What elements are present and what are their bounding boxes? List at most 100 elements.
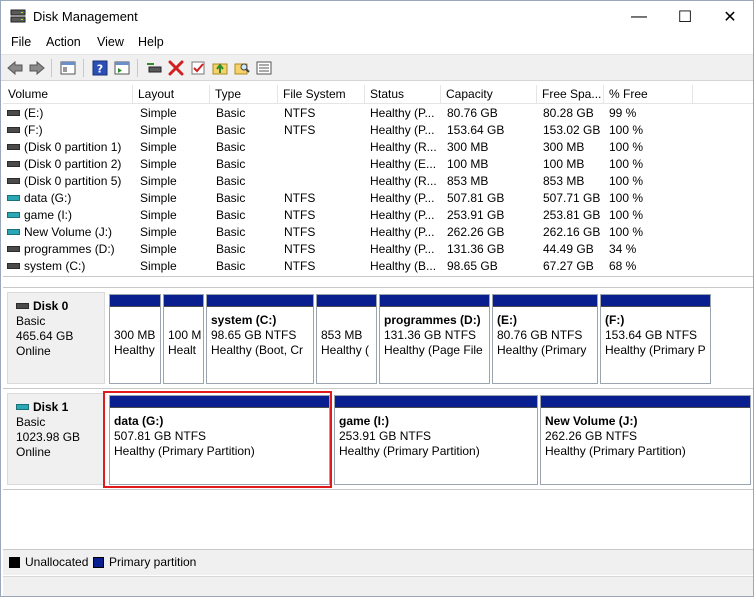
partition-block[interactable]: (F:) 153.64 GB NTFS Healthy (Primary P bbox=[600, 294, 711, 384]
cell-free-space-text: 153.02 GB bbox=[543, 123, 601, 137]
forward-arrow-icon bbox=[29, 61, 45, 75]
column-layout[interactable]: Layout bbox=[133, 85, 210, 104]
partition-size: 853 MB bbox=[321, 328, 363, 342]
cell-file-system: NTFS bbox=[282, 122, 365, 139]
cell-file-system bbox=[282, 139, 365, 156]
help-button[interactable]: ? bbox=[91, 59, 109, 77]
cell-percent-free: 100 % bbox=[607, 156, 693, 173]
partition-block[interactable]: 300 MB Healthy bbox=[109, 294, 161, 384]
cell-free-space-text: 262.16 GB bbox=[543, 225, 601, 239]
connect-disk-button[interactable] bbox=[145, 59, 163, 77]
table-row[interactable]: (Disk 0 partition 1) Simple Basic Healthy (… bbox=[3, 139, 753, 156]
partition-block[interactable]: game (I:) 253.91 GB NTFS Healthy (Primary … bbox=[334, 395, 538, 485]
cell-free-space: 262.16 GB bbox=[541, 224, 604, 241]
cell-volume-text: (Disk 0 partition 5) bbox=[24, 174, 122, 188]
partition-block[interactable]: system (C:) 98.65 GB NTFS Healthy (Boot, C… bbox=[206, 294, 314, 384]
graphical-view: Disk 0 Basic 465.64 GB Online 300 MB Heal… bbox=[3, 279, 753, 547]
partition-name: programmes (D:) bbox=[384, 313, 481, 327]
disk-1-type: Basic bbox=[16, 415, 46, 429]
partition-block[interactable]: New Volume (J:) 262.26 GB NTFS Healthy (Pr… bbox=[540, 395, 751, 485]
menu-action[interactable]: Action bbox=[46, 35, 81, 49]
column-volume[interactable]: Volume bbox=[3, 85, 133, 104]
column-type[interactable]: Type bbox=[210, 85, 278, 104]
cell-capacity-text: 80.76 GB bbox=[447, 106, 498, 120]
partition-block[interactable]: (E:) 80.76 GB NTFS Healthy (Primary bbox=[492, 294, 598, 384]
table-row[interactable]: programmes (D:) Simple Basic NTFS Healthy (P… bbox=[3, 241, 753, 258]
cell-free-space-text: 80.28 GB bbox=[543, 106, 594, 120]
search-folder-button[interactable] bbox=[233, 59, 251, 77]
delete-button[interactable] bbox=[167, 59, 185, 77]
cell-file-system-text: NTFS bbox=[284, 242, 316, 256]
cell-status-text: Healthy (P... bbox=[370, 225, 435, 239]
disk-1-label[interactable]: Disk 1 Basic 1023.98 GB Online bbox=[7, 393, 105, 485]
cell-layout: Simple bbox=[138, 258, 210, 275]
list-view-button[interactable] bbox=[255, 59, 273, 77]
cell-status-text: Healthy (B... bbox=[370, 259, 437, 273]
column-free-space[interactable]: Free Spa... bbox=[537, 85, 604, 104]
column-percent-free[interactable]: % Free bbox=[604, 85, 693, 104]
cell-capacity-text: 853 MB bbox=[447, 174, 489, 188]
partition-block[interactable]: 100 M Healt bbox=[163, 294, 204, 384]
partition-name bbox=[114, 313, 158, 328]
disk-1-name: Disk 1 bbox=[33, 400, 69, 414]
table-row[interactable]: game (I:) Simple Basic NTFS Healthy (P... 253… bbox=[3, 207, 753, 224]
partition-info: system (C:) 98.65 GB NTFS Healthy (Boot, C… bbox=[211, 313, 311, 358]
menu-file[interactable]: File bbox=[11, 35, 31, 49]
cell-volume-text: New Volume (J:) bbox=[24, 225, 113, 239]
console-tree-button[interactable] bbox=[59, 59, 77, 77]
table-row[interactable]: system (C:) Simple Basic NTFS Healthy (B... 9… bbox=[3, 258, 753, 275]
cell-percent-free-text: 100 % bbox=[609, 208, 644, 222]
cell-layout-text: Simple bbox=[140, 259, 177, 273]
disk-icon bbox=[16, 302, 29, 309]
cell-capacity: 300 MB bbox=[445, 139, 537, 156]
svg-text:?: ? bbox=[97, 63, 103, 76]
close-button[interactable]: ✕ bbox=[707, 1, 753, 32]
partition-status: Healt bbox=[168, 343, 197, 357]
minimize-button[interactable]: — bbox=[616, 1, 662, 32]
volume-icon bbox=[7, 177, 20, 184]
cell-status-text: Healthy (R... bbox=[370, 140, 437, 154]
legend-primary-partition: Primary partition bbox=[109, 555, 197, 569]
cell-volume: (Disk 0 partition 5) bbox=[3, 173, 133, 190]
volume-icon bbox=[7, 228, 20, 235]
partition-type-bar bbox=[493, 295, 597, 307]
maximize-button[interactable]: ☐ bbox=[662, 1, 708, 32]
cell-status-text: Healthy (P... bbox=[370, 242, 435, 256]
properties-button[interactable] bbox=[113, 59, 131, 77]
toolbar: ? bbox=[1, 54, 753, 81]
cell-capacity: 131.36 GB bbox=[445, 241, 537, 258]
cell-capacity-text: 100 MB bbox=[447, 157, 489, 171]
table-row[interactable]: New Volume (J:) Simple Basic NTFS Healthy (P… bbox=[3, 224, 753, 241]
table-row[interactable]: (Disk 0 partition 5) Simple Basic Healthy (… bbox=[3, 173, 753, 190]
cell-free-space-text: 44.49 GB bbox=[543, 242, 594, 256]
back-button[interactable] bbox=[6, 59, 24, 77]
table-row[interactable]: (Disk 0 partition 2) Simple Basic Healthy (… bbox=[3, 156, 753, 173]
column-capacity[interactable]: Capacity bbox=[441, 85, 537, 104]
table-row[interactable]: (E:) Simple Basic NTFS Healthy (P... 80.76 GB… bbox=[3, 105, 753, 122]
table-row[interactable]: (F:) Simple Basic NTFS Healthy (P... 153.64 G… bbox=[3, 122, 753, 139]
cell-volume-text: system (C:) bbox=[24, 259, 86, 273]
cell-type-text: Basic bbox=[216, 242, 246, 256]
cell-percent-free-text: 100 % bbox=[609, 140, 644, 154]
console-tree-icon bbox=[60, 61, 76, 75]
forward-button[interactable] bbox=[28, 59, 46, 77]
cell-status-text: Healthy (P... bbox=[370, 106, 435, 120]
cell-capacity-text: 300 MB bbox=[447, 140, 489, 154]
partition-info: programmes (D:) 131.36 GB NTFS Healthy (Pa… bbox=[384, 313, 487, 358]
table-row[interactable]: data (G:) Simple Basic NTFS Healthy (P... 507… bbox=[3, 190, 753, 207]
cell-percent-free: 100 % bbox=[607, 173, 693, 190]
partition-block[interactable]: 853 MB Healthy ( bbox=[316, 294, 377, 384]
cell-free-space-text: 300 MB bbox=[543, 140, 585, 154]
cell-free-space: 507.71 GB bbox=[541, 190, 604, 207]
column-status[interactable]: Status bbox=[365, 85, 441, 104]
check-button[interactable] bbox=[189, 59, 207, 77]
menu-view[interactable]: View bbox=[97, 35, 124, 49]
cell-type-text: Basic bbox=[216, 123, 246, 137]
column-file-system[interactable]: File System bbox=[278, 85, 365, 104]
menu-help[interactable]: Help bbox=[138, 35, 164, 49]
disk-1-size: 1023.98 GB bbox=[16, 430, 81, 444]
disk-0-label[interactable]: Disk 0 Basic 465.64 GB Online bbox=[7, 292, 105, 384]
folder-up-button[interactable] bbox=[211, 59, 229, 77]
partition-block[interactable]: programmes (D:) 131.36 GB NTFS Healthy (Pa… bbox=[379, 294, 490, 384]
toolbar-separator bbox=[137, 59, 138, 77]
